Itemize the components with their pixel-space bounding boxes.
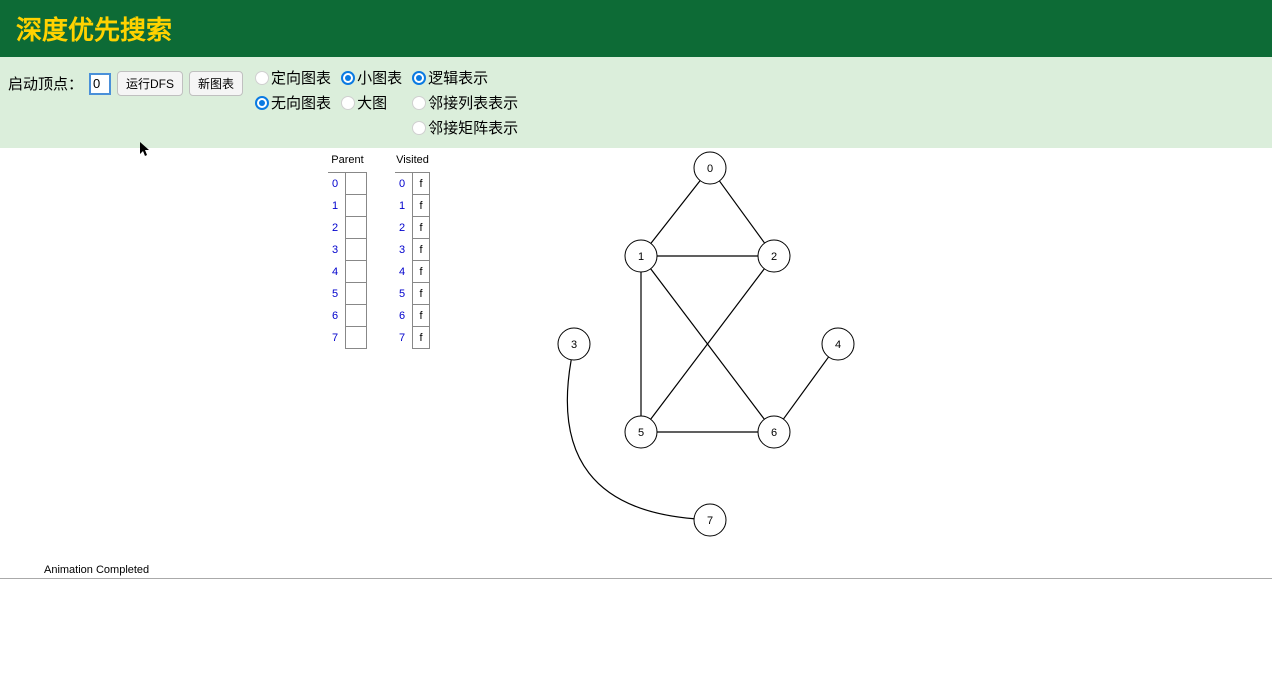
- graph-node-label: 7: [707, 515, 713, 527]
- parent-cell: [345, 217, 367, 239]
- visited-header: Visited: [395, 154, 430, 166]
- divider: [0, 578, 1272, 579]
- run-dfs-button[interactable]: 运行DFS: [117, 71, 183, 96]
- table-row: 5f: [395, 283, 430, 305]
- table-row: 2: [328, 217, 367, 239]
- parent-cell: [345, 305, 367, 327]
- visited-cell: f: [412, 305, 430, 327]
- radio-undirected[interactable]: 无向图表: [255, 92, 331, 113]
- new-graph-button[interactable]: 新图表: [189, 71, 243, 96]
- graph-node-label: 6: [771, 427, 777, 439]
- visited-cell: f: [412, 283, 430, 305]
- control-panel: 启动顶点： 运行DFS 新图表 定向图表 无向图表 小图表 大图: [0, 57, 1272, 148]
- parent-header: Parent: [328, 154, 367, 166]
- radio-icon: [412, 96, 426, 110]
- visited-cell: f: [412, 195, 430, 217]
- visited-cell: f: [412, 173, 430, 195]
- row-index: 6: [328, 310, 342, 322]
- radio-large[interactable]: 大图: [341, 92, 402, 113]
- graph-node-label: 1: [638, 251, 644, 263]
- table-row: 7f: [395, 327, 430, 349]
- graph-edge: [783, 357, 828, 419]
- graph-edge: [719, 181, 764, 243]
- row-index: 1: [395, 200, 409, 212]
- parent-cell: [345, 327, 367, 349]
- table-row: 6: [328, 305, 367, 327]
- row-index: 5: [328, 288, 342, 300]
- table-row: 3f: [395, 239, 430, 261]
- table-row: 1f: [395, 195, 430, 217]
- table-row: 4f: [395, 261, 430, 283]
- graph-edge: [651, 181, 700, 244]
- radio-icon: [341, 71, 355, 85]
- parent-cell: [345, 261, 367, 283]
- row-index: 1: [328, 200, 342, 212]
- visited-cell: f: [412, 217, 430, 239]
- row-index: 2: [328, 222, 342, 234]
- radio-adjlist[interactable]: 邻接列表表示: [412, 92, 518, 113]
- radio-logical[interactable]: 逻辑表示: [412, 67, 518, 88]
- table-row: 0f: [395, 173, 430, 195]
- radio-small[interactable]: 小图表: [341, 67, 402, 88]
- radio-directed[interactable]: 定向图表: [255, 67, 331, 88]
- start-vertex-input[interactable]: [89, 73, 111, 95]
- radio-icon: [412, 71, 426, 85]
- graph-canvas: 0 1 2 3 4 5 6 7: [540, 148, 960, 568]
- parent-cell: [345, 239, 367, 261]
- visited-table: Visited 0f1f2f3f4f5f6f7f: [395, 154, 430, 349]
- row-index: 4: [328, 266, 342, 278]
- radio-icon: [412, 121, 426, 135]
- table-row: 5: [328, 283, 367, 305]
- radio-adjmatrix[interactable]: 邻接矩阵表示: [412, 117, 518, 138]
- row-index: 0: [328, 178, 342, 190]
- graph-node-label: 5: [638, 427, 644, 439]
- table-row: 7: [328, 327, 367, 349]
- parent-table: Parent 0 1 2 3 4 5 6 7: [328, 154, 367, 349]
- parent-cell: [345, 195, 367, 217]
- visited-cell: f: [412, 261, 430, 283]
- graph-node-label: 3: [571, 339, 577, 351]
- state-tables: Parent 01234567 Visited 0f1f2f3f4f5f6f7f: [328, 154, 430, 349]
- row-index: 4: [395, 266, 409, 278]
- row-index: 2: [395, 222, 409, 234]
- representation-group: 逻辑表示 邻接列表表示 邻接矩阵表示: [412, 67, 518, 138]
- parent-cell: [345, 173, 367, 195]
- row-index: 7: [395, 332, 409, 344]
- radio-icon: [255, 71, 269, 85]
- row-index: 6: [395, 310, 409, 322]
- size-group: 小图表 大图: [341, 67, 402, 138]
- page-title: 深度优先搜索: [16, 10, 1256, 47]
- graph-node-label: 4: [835, 339, 841, 351]
- graph-node-label: 2: [771, 251, 777, 263]
- table-row: 0: [328, 173, 367, 195]
- table-row: 6f: [395, 305, 430, 327]
- parent-cell: [345, 283, 367, 305]
- visited-cell: f: [412, 239, 430, 261]
- status-text: Animation Completed: [44, 564, 149, 576]
- visited-cell: f: [412, 327, 430, 349]
- table-row: 4: [328, 261, 367, 283]
- row-index: 5: [395, 288, 409, 300]
- direction-group: 定向图表 无向图表: [255, 67, 331, 138]
- radio-icon: [255, 96, 269, 110]
- radio-icon: [341, 96, 355, 110]
- content-area: Parent 01234567 Visited 0f1f2f3f4f5f6f7f…: [0, 148, 1272, 578]
- app-header: 深度优先搜索: [0, 0, 1272, 57]
- table-row: 3: [328, 239, 367, 261]
- table-row: 1: [328, 195, 367, 217]
- row-index: 0: [395, 178, 409, 190]
- start-vertex-label: 启动顶点：: [8, 73, 83, 94]
- graph-node-label: 0: [707, 163, 713, 175]
- row-index: 3: [395, 244, 409, 256]
- table-row: 2f: [395, 217, 430, 239]
- row-index: 7: [328, 332, 342, 344]
- row-index: 3: [328, 244, 342, 256]
